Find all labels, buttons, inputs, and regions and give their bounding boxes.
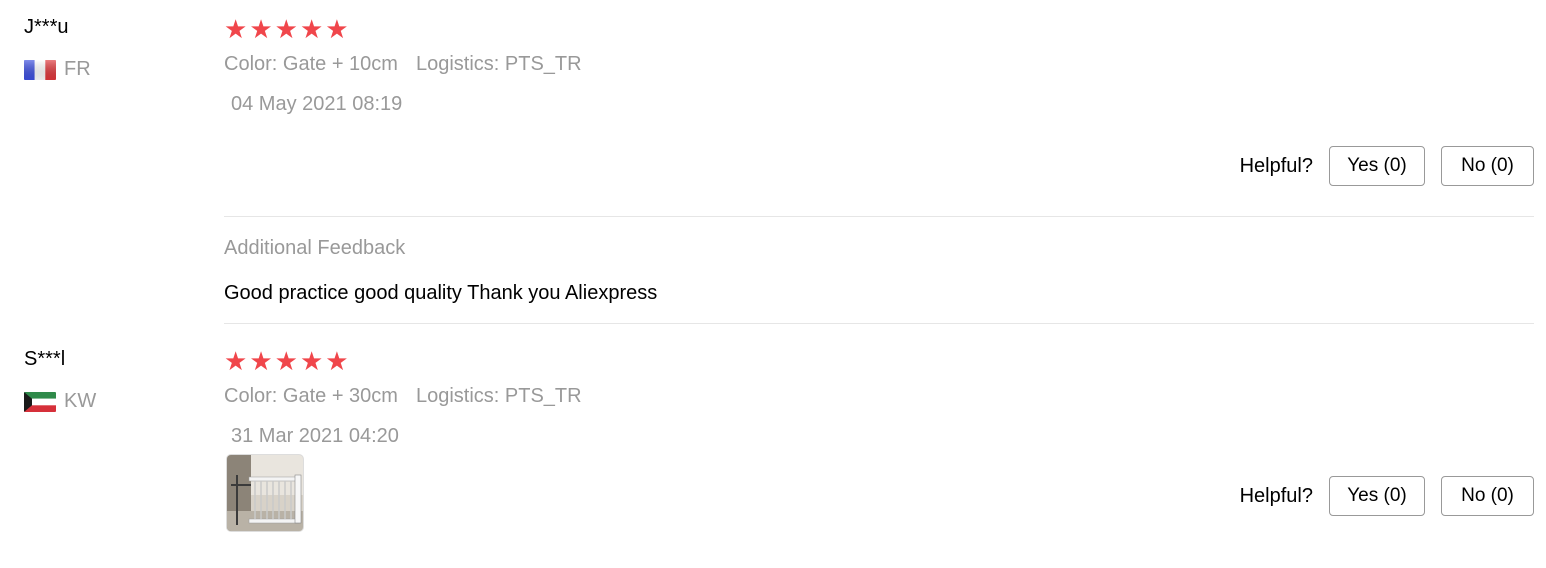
- flag-kw-icon: [24, 391, 56, 412]
- star-icon: ★: [249, 346, 273, 376]
- divider: [224, 216, 1534, 217]
- color-attribute: Color: Gate + 10cm: [224, 53, 398, 75]
- additional-feedback-title: Additional Feedback: [224, 237, 406, 259]
- star-icon: ★: [299, 346, 324, 376]
- star-icon: ★: [224, 14, 248, 44]
- color-attribute: Color: Gate + 30cm: [224, 385, 398, 407]
- flag-fr-icon: [24, 59, 56, 80]
- star-icon: ★: [224, 346, 248, 376]
- country-code: FR: [64, 58, 91, 80]
- star-rating: ★ ★ ★ ★ ★: [224, 348, 349, 374]
- helpful-no-button[interactable]: No (0): [1441, 476, 1534, 516]
- reviewer-country: KW: [24, 390, 96, 413]
- additional-feedback-text: Good practice good quality Thank you Ali…: [224, 282, 658, 304]
- review-date: 04 May 2021 08:19: [231, 93, 403, 115]
- helpful-votes: Helpful? Yes (0) No (0): [1240, 146, 1534, 186]
- star-icon: ★: [325, 14, 349, 44]
- helpful-yes-button[interactable]: Yes (0): [1329, 476, 1425, 516]
- helpful-label: Helpful?: [1239, 484, 1313, 507]
- country-code: KW: [64, 390, 97, 412]
- review-date: 31 Mar 2021 04:20: [231, 425, 399, 447]
- logistics-attribute: Logistics: PTS_TR: [415, 385, 582, 407]
- star-icon: ★: [299, 14, 324, 44]
- star-icon: ★: [274, 14, 298, 44]
- star-icon: ★: [325, 346, 349, 376]
- divider: [224, 323, 1534, 324]
- star-rating: ★ ★ ★ ★ ★: [224, 16, 349, 42]
- helpful-yes-button[interactable]: Yes (0): [1329, 146, 1425, 186]
- review-attributes: Color: Gate + 10cm Logistics: PTS_TR: [224, 53, 582, 76]
- reviewer-name: J***u: [24, 16, 69, 38]
- helpful-label: Helpful?: [1239, 154, 1313, 177]
- logistics-attribute: Logistics: PTS_TR: [415, 53, 582, 75]
- reviewer-name: S***l: [24, 348, 66, 370]
- star-icon: ★: [249, 14, 273, 44]
- helpful-no-button[interactable]: No (0): [1441, 146, 1534, 186]
- review-attributes: Color: Gate + 30cm Logistics: PTS_TR: [224, 385, 582, 408]
- review-photo-thumbnail[interactable]: [226, 454, 304, 532]
- star-icon: ★: [274, 346, 298, 376]
- reviewer-country: FR: [24, 58, 91, 81]
- helpful-votes: Helpful? Yes (0) No (0): [1240, 476, 1534, 516]
